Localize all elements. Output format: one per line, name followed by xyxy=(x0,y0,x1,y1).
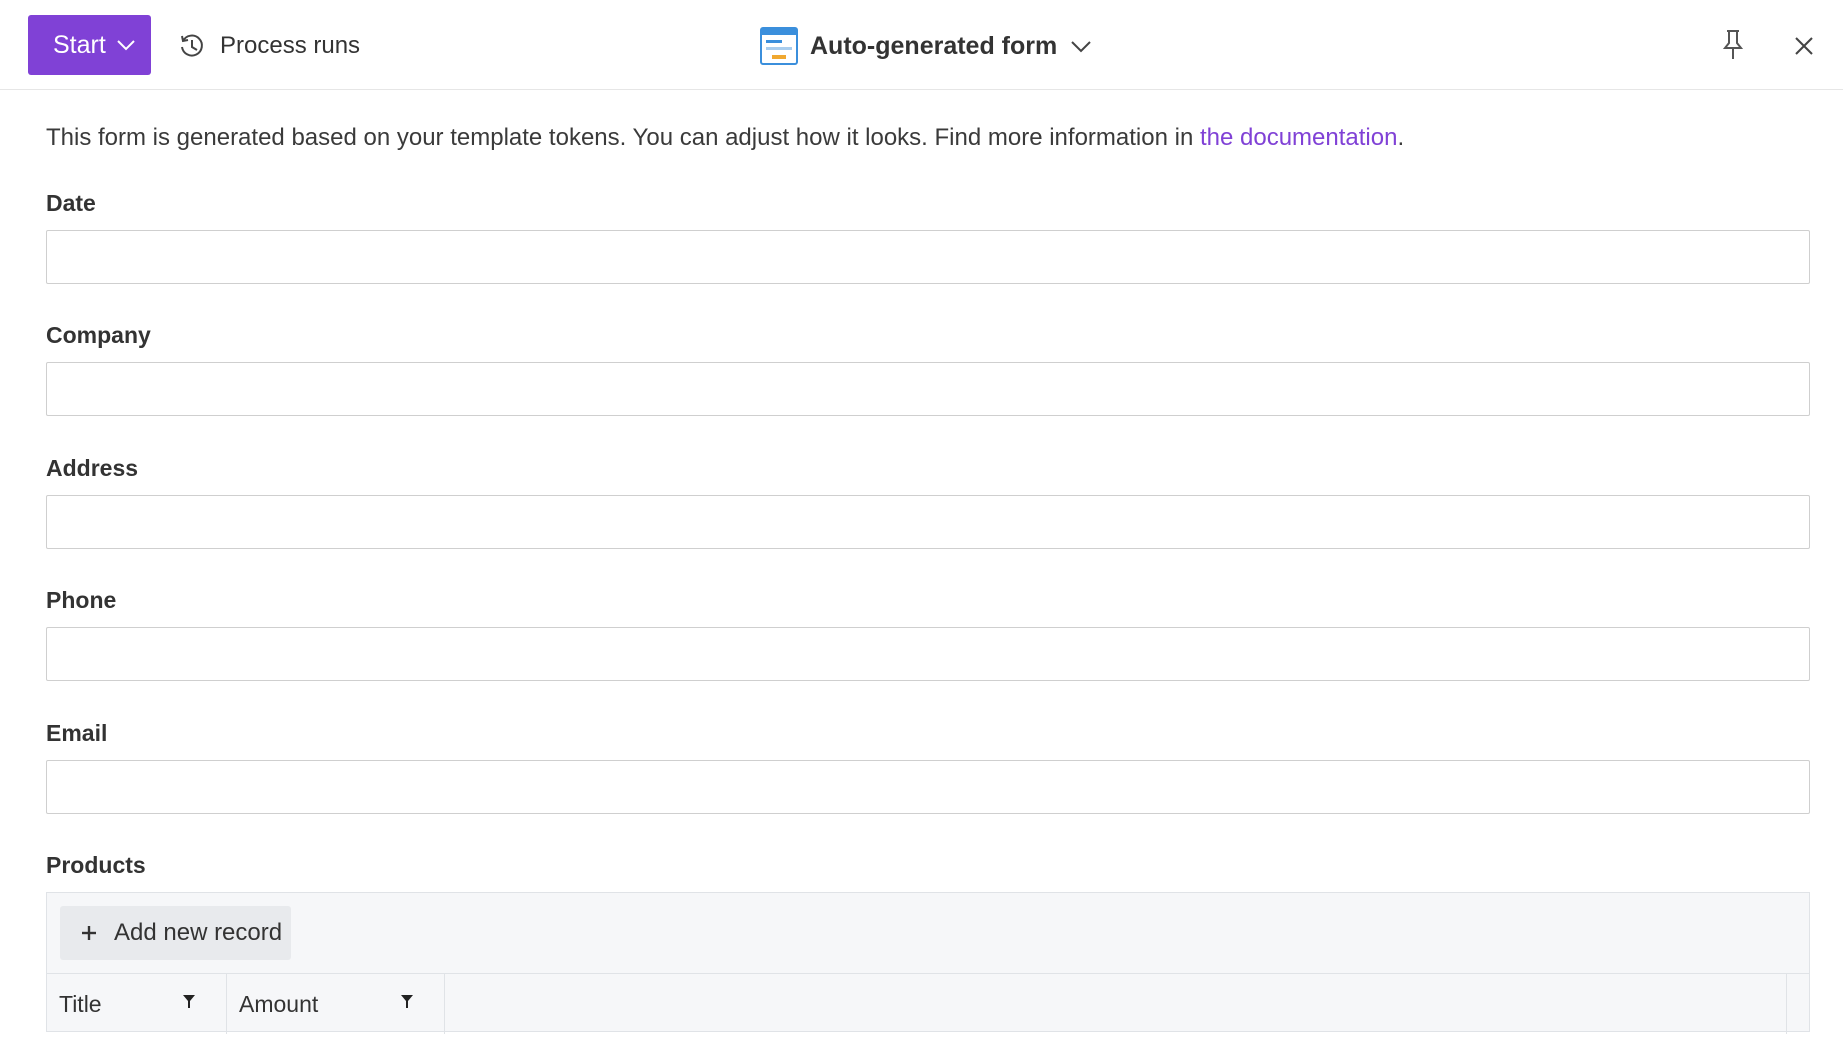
intro-body: This form is generated based on your tem… xyxy=(46,124,1200,151)
close-icon[interactable] xyxy=(1790,30,1818,60)
column-header-amount[interactable]: Amount xyxy=(227,974,445,1034)
date-label: Date xyxy=(46,190,96,216)
phone-label: Phone xyxy=(46,587,117,613)
grid-header-row: Title Amount xyxy=(47,973,1809,1034)
email-label: Email xyxy=(46,720,108,746)
company-field[interactable] xyxy=(46,362,1810,416)
documentation-link[interactable]: the documentation xyxy=(1200,124,1397,151)
form-title: Auto-generated form xyxy=(810,31,1058,60)
email-field[interactable] xyxy=(46,760,1810,814)
column-amount-label: Amount xyxy=(239,990,319,1017)
products-label: Products xyxy=(46,852,146,878)
filter-icon[interactable] xyxy=(182,994,196,1010)
address-field[interactable] xyxy=(46,495,1810,549)
form-selector[interactable]: Auto-generated form xyxy=(760,24,1093,68)
column-header-scroll-spacer xyxy=(1787,974,1809,1034)
intro-text: This form is generated based on your tem… xyxy=(46,124,1404,152)
date-field[interactable] xyxy=(46,230,1810,284)
products-grid: Add new record Title Amount xyxy=(46,892,1810,1034)
plus-icon xyxy=(82,926,96,940)
chevron-down-icon xyxy=(117,40,135,51)
intro-suffix: . xyxy=(1397,124,1405,151)
form-icon xyxy=(760,27,798,65)
address-label: Address xyxy=(46,455,139,481)
filter-icon[interactable] xyxy=(400,994,414,1010)
add-record-button[interactable]: Add new record xyxy=(60,906,291,960)
top-toolbar: Start Process runs Auto-generated form xyxy=(0,0,1843,90)
start-button[interactable]: Start xyxy=(28,15,151,75)
history-icon xyxy=(181,34,203,57)
process-runs-button[interactable]: Process runs xyxy=(178,26,360,66)
start-button-label: Start xyxy=(53,30,106,59)
phone-field[interactable] xyxy=(46,627,1810,681)
column-header-title[interactable]: Title xyxy=(47,974,227,1034)
company-label: Company xyxy=(46,322,151,348)
column-title-label: Title xyxy=(59,990,102,1017)
pin-icon[interactable] xyxy=(1718,28,1748,62)
process-runs-label: Process runs xyxy=(220,32,361,59)
add-record-label: Add new record xyxy=(114,919,283,946)
chevron-down-icon xyxy=(1071,41,1091,53)
column-header-empty xyxy=(445,974,1787,1034)
form-panel: Start Process runs Auto-generated form T… xyxy=(0,0,1843,1046)
